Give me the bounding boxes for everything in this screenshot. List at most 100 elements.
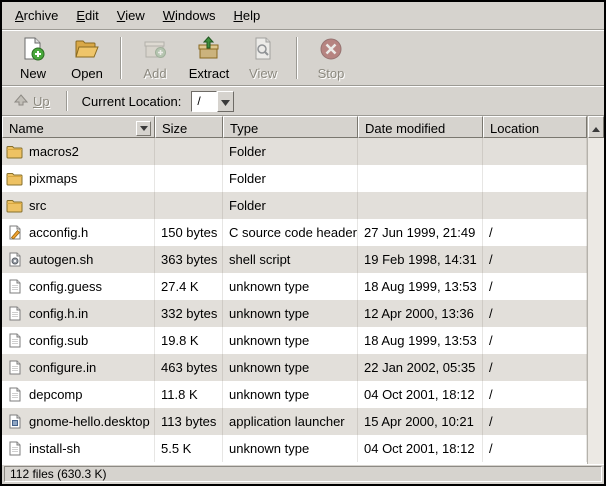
file-name-cell: autogen.sh xyxy=(2,246,155,273)
table-row[interactable]: gnome-hello.desktop113 bytesapplication … xyxy=(2,408,587,435)
file-date-cell: 27 Jun 1999, 21:49 xyxy=(358,219,483,246)
open-button[interactable]: Open xyxy=(60,33,114,83)
column-header-type[interactable]: Type xyxy=(223,116,358,138)
up-button-label: Up xyxy=(33,94,50,109)
file-date-cell: 19 Feb 1998, 14:31 xyxy=(358,246,483,273)
table-row[interactable]: config.sub 19.8 Kunknown type18 Aug 1999,… xyxy=(2,327,587,354)
scroll-up-button[interactable] xyxy=(588,116,604,138)
menu-help[interactable]: Help xyxy=(224,4,269,27)
file-size-cell: 11.8 K xyxy=(155,381,223,408)
file-name: depcomp xyxy=(29,387,82,402)
generic-file-icon xyxy=(5,387,24,402)
table-row[interactable]: src Folder xyxy=(2,192,587,219)
open-archive-icon xyxy=(74,36,100,65)
statusbar: 112 files (630.3 K) xyxy=(2,464,604,484)
file-size-cell: 27.4 K xyxy=(155,273,223,300)
menubar: Archive Edit View Windows Help xyxy=(2,2,604,30)
file-location-cell xyxy=(483,138,587,165)
file-name: macros2 xyxy=(29,144,79,159)
file-name-cell: config.sub xyxy=(2,327,155,354)
file-name: install-sh xyxy=(29,441,80,456)
column-header-name-label: Name xyxy=(9,121,44,136)
table-row[interactable]: depcomp11.8 Kunknown type04 Oct 2001, 18… xyxy=(2,381,587,408)
file-size-cell: 363 bytes xyxy=(155,246,223,273)
file-type-cell: unknown type xyxy=(223,327,358,354)
file-date-cell: 18 Aug 1999, 13:53 xyxy=(358,327,483,354)
table-row[interactable]: acconfig.h150 bytesC source code header2… xyxy=(2,219,587,246)
file-name: config.sub xyxy=(29,333,88,348)
file-name: acconfig.h xyxy=(29,225,88,240)
add-button[interactable]: Add xyxy=(128,33,182,83)
table-row[interactable]: configure.in463 bytesunknown type22 Jan … xyxy=(2,354,587,381)
menu-edit[interactable]: Edit xyxy=(67,4,107,27)
toolbar-separator xyxy=(120,37,122,79)
file-size-cell: 19.8 K xyxy=(155,327,223,354)
column-header-location[interactable]: Location xyxy=(483,116,587,138)
desktop-file-icon xyxy=(5,414,24,429)
file-size-cell: 463 bytes xyxy=(155,354,223,381)
file-name-cell: install-sh xyxy=(2,435,155,462)
generic-file-icon xyxy=(5,306,24,321)
file-type-cell: Folder xyxy=(223,138,358,165)
location-value: / xyxy=(191,91,217,112)
sort-indicator-icon[interactable] xyxy=(136,121,151,136)
file-date-cell xyxy=(358,165,483,192)
file-location-cell: / xyxy=(483,354,587,381)
file-location-cell: / xyxy=(483,219,587,246)
file-name-cell: src xyxy=(2,192,155,219)
table-row[interactable]: config.h.in332 bytesunknown type12 Apr 2… xyxy=(2,300,587,327)
location-combobox[interactable]: / xyxy=(191,91,234,112)
file-name-cell: depcomp xyxy=(2,381,155,408)
file-type-cell: unknown type xyxy=(223,273,358,300)
vertical-scrollbar[interactable] xyxy=(587,116,604,464)
file-location-cell: / xyxy=(483,273,587,300)
file-type-cell: unknown type xyxy=(223,381,358,408)
file-name-cell: configure.in xyxy=(2,354,155,381)
file-date-cell: 18 Aug 1999, 13:53 xyxy=(358,273,483,300)
table-row[interactable]: pixmapsFolder xyxy=(2,165,587,192)
location-dropdown-button[interactable] xyxy=(217,91,234,112)
up-button[interactable]: Up xyxy=(6,90,58,113)
stop-button[interactable]: Stop xyxy=(304,33,358,83)
file-location-cell xyxy=(483,192,587,219)
file-size-cell: 150 bytes xyxy=(155,219,223,246)
table-row[interactable]: install-sh 5.5 Kunknown type04 Oct 2001, … xyxy=(2,435,587,462)
file-type-cell: unknown type xyxy=(223,435,358,462)
scrollbar-trough[interactable] xyxy=(588,138,604,464)
view-button[interactable]: View xyxy=(236,33,290,83)
table-row[interactable]: autogen.sh363 bytesshell script19 Feb 19… xyxy=(2,246,587,273)
generic-file-icon xyxy=(5,441,24,456)
add-button-label: Add xyxy=(143,66,166,81)
column-header-name[interactable]: Name xyxy=(2,116,155,138)
file-name: pixmaps xyxy=(29,171,77,186)
column-header-size[interactable]: Size xyxy=(155,116,223,138)
file-type-cell: application launcher xyxy=(223,408,358,435)
menu-archive[interactable]: Archive xyxy=(6,4,67,27)
file-type-cell: Folder xyxy=(223,192,358,219)
file-size-cell xyxy=(155,138,223,165)
generic-file-icon xyxy=(5,360,24,375)
menu-view[interactable]: View xyxy=(108,4,154,27)
table-row[interactable]: macros2 Folder xyxy=(2,138,587,165)
file-size-cell xyxy=(155,165,223,192)
folder-icon xyxy=(5,199,24,213)
file-type-cell: unknown type xyxy=(223,300,358,327)
script-file-icon xyxy=(5,252,24,267)
file-name-cell: config.h.in xyxy=(2,300,155,327)
file-name: autogen.sh xyxy=(29,252,93,267)
up-arrow-icon xyxy=(14,94,28,109)
extract-button[interactable]: Extract xyxy=(182,33,236,83)
new-button[interactable]: New xyxy=(6,33,60,83)
file-size-cell xyxy=(155,192,223,219)
stop-icon xyxy=(318,36,344,65)
table-row[interactable]: config.guess27.4 Kunknown type18 Aug 199… xyxy=(2,273,587,300)
column-header-date-modified[interactable]: Date modified xyxy=(358,116,483,138)
file-date-cell: 22 Jan 2002, 05:35 xyxy=(358,354,483,381)
status-text: 112 files (630.3 K) xyxy=(4,466,602,482)
new-archive-icon xyxy=(20,36,46,65)
file-name-cell: gnome-hello.desktop xyxy=(2,408,155,435)
location-bar: Up Current Location: / xyxy=(2,86,604,116)
menu-windows[interactable]: Windows xyxy=(154,4,225,27)
file-size-cell: 5.5 K xyxy=(155,435,223,462)
file-date-cell: 04 Oct 2001, 18:12 xyxy=(358,435,483,462)
